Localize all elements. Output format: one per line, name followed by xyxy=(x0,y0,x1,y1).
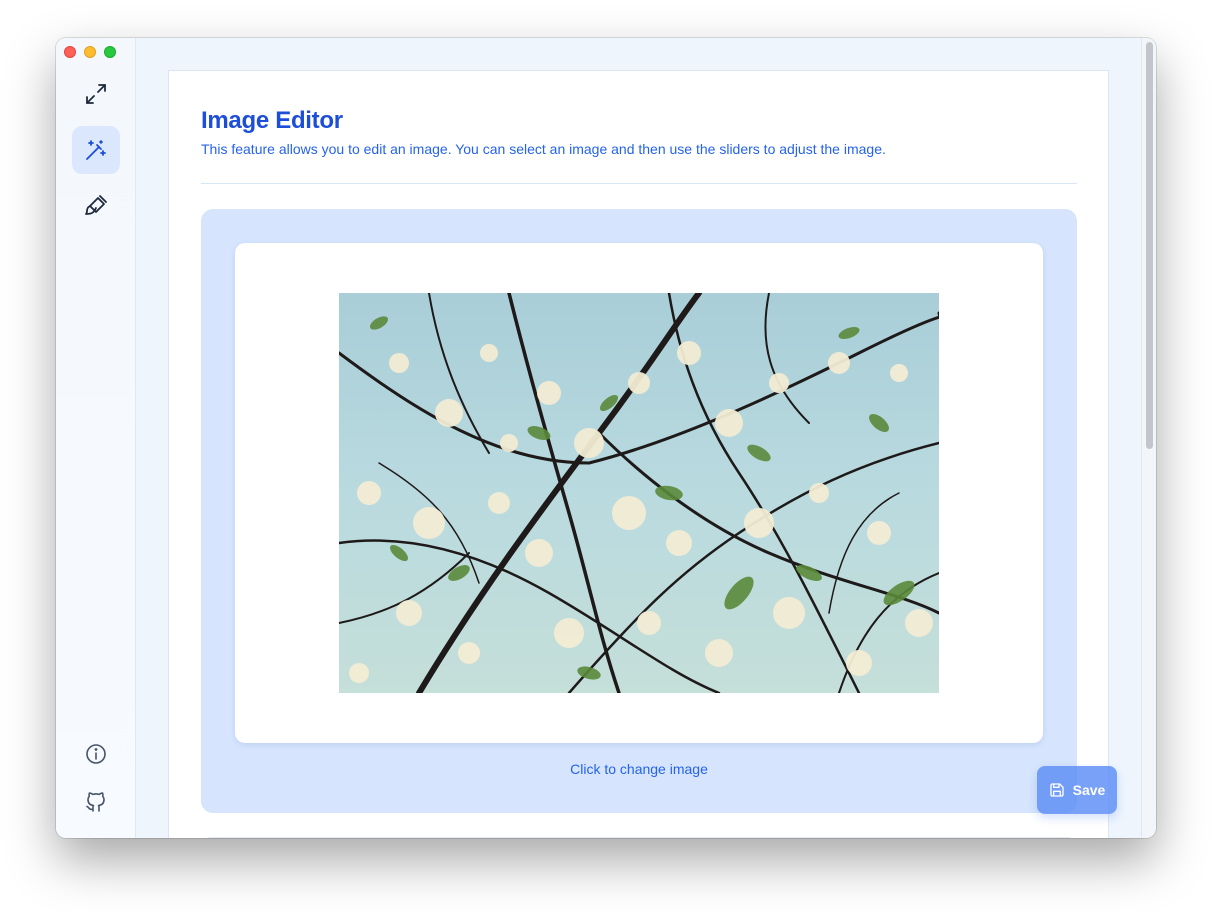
image-frame xyxy=(235,243,1043,743)
divider xyxy=(201,183,1077,184)
sidebar xyxy=(56,38,136,838)
save-icon xyxy=(1049,783,1064,797)
app-window: Image Editor This feature allows you to … xyxy=(56,38,1156,838)
sidebar-item-info[interactable] xyxy=(72,730,120,778)
sidebar-item-paint[interactable] xyxy=(72,182,120,230)
page-description: This feature allows you to edit an image… xyxy=(201,141,886,157)
main-card: Image Editor This feature allows you to … xyxy=(168,70,1109,838)
info-icon xyxy=(86,744,106,764)
vertical-scrollbar[interactable] xyxy=(1141,38,1156,838)
github-icon xyxy=(86,792,105,812)
adjustments-panel xyxy=(201,837,1077,838)
paintbrush-icon xyxy=(85,195,107,215)
sidebar-item-image-editor[interactable] xyxy=(72,126,120,174)
image-preview[interactable] xyxy=(339,293,939,693)
save-label: Save xyxy=(1072,782,1106,798)
blossom-photo xyxy=(339,293,939,693)
save-button[interactable]: Save xyxy=(1037,766,1117,814)
window-controls xyxy=(64,46,116,58)
magic-wand-icon xyxy=(86,140,106,160)
minimize-window-button[interactable] xyxy=(84,46,96,58)
expand-icon xyxy=(86,84,106,104)
scrollbar-thumb[interactable] xyxy=(1146,42,1153,449)
maximize-window-button[interactable] xyxy=(104,46,116,58)
sidebar-item-github[interactable] xyxy=(72,778,120,826)
close-window-button[interactable] xyxy=(64,46,76,58)
sidebar-item-fullscreen[interactable] xyxy=(72,70,120,118)
page-title: Image Editor xyxy=(201,107,343,134)
image-drop-zone[interactable]: Click to change image xyxy=(201,209,1077,813)
change-image-link[interactable]: Click to change image xyxy=(201,761,1077,777)
